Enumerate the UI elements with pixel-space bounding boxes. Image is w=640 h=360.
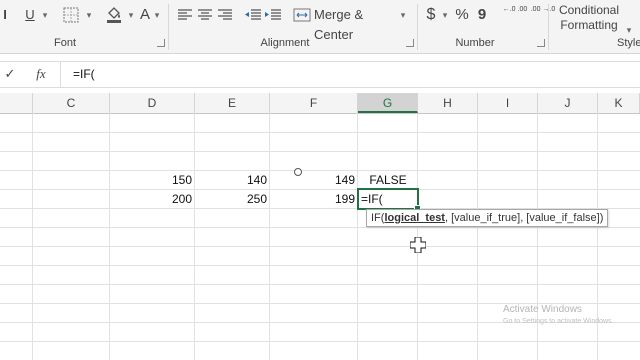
function-tooltip: IF(logical_test, [value_if_true], [value… (366, 209, 609, 227)
align-left-icon (178, 9, 192, 20)
formula-input[interactable]: =IF( (73, 65, 473, 83)
underline-button[interactable]: U (20, 5, 40, 25)
tooltip-logical-test[interactable]: logical_test (384, 212, 445, 224)
activate-windows-title: Activate Windows (503, 304, 582, 315)
borders-button[interactable] (60, 5, 82, 25)
formula-bar: ✓ fx =IF( (0, 61, 640, 88)
small-circle-marker-icon (294, 168, 302, 176)
select-all-corner[interactable] (0, 93, 33, 113)
column-header-g[interactable]: G (358, 93, 418, 113)
cell-d6[interactable]: 150 (110, 171, 192, 190)
font-group-label: Font (53, 37, 76, 49)
enter-icon[interactable]: ✓ (3, 65, 17, 83)
currency-dropdown-icon[interactable]: ▾ (440, 5, 450, 25)
fill-color-button[interactable] (103, 5, 125, 25)
align-right-button[interactable] (216, 5, 234, 25)
gridline (0, 284, 640, 285)
cell-e6[interactable]: 140 (195, 171, 267, 190)
cell-e7[interactable]: 250 (195, 190, 267, 209)
conditional-formatting-button[interactable]: Conditional Formatting (554, 3, 624, 32)
decrease-indent-icon (245, 9, 261, 20)
font-color-dropdown-icon[interactable]: ▾ (152, 5, 162, 25)
gridline (0, 151, 640, 152)
decrease-indent-button[interactable] (244, 5, 262, 25)
borders-icon (63, 7, 79, 23)
increase-decimal-button[interactable]: ←.0 .00 (502, 5, 528, 25)
ribbon-separator (168, 4, 169, 50)
insert-function-button[interactable]: fx (30, 65, 52, 83)
merge-center-icon-box[interactable] (292, 5, 312, 25)
fill-color-dropdown-icon[interactable]: ▾ (126, 5, 136, 25)
column-header-k[interactable]: K (598, 93, 640, 113)
cell-f7[interactable]: 199 (270, 190, 355, 209)
align-right-icon (218, 9, 232, 20)
paint-bucket-icon (107, 7, 121, 23)
column-header-f[interactable]: F (270, 93, 358, 113)
column-header-d[interactable]: D (110, 93, 195, 113)
underline-dropdown-icon[interactable]: ▾ (40, 5, 50, 25)
decrease-decimal-button[interactable]: .00 →.0 (530, 5, 556, 25)
number-group-label: Number (455, 37, 495, 49)
conditional-formatting-label-line1: Conditional (558, 3, 620, 17)
font-color-button[interactable]: A (138, 5, 152, 25)
cell-cursor-icon (410, 237, 426, 253)
align-center-icon (198, 9, 212, 20)
tooltip-rest: , [value_if_true], [value_if_false]) (444, 212, 604, 224)
column-header-h[interactable]: H (418, 93, 478, 113)
borders-dropdown-icon[interactable]: ▾ (84, 5, 94, 25)
merge-center-button[interactable]: Merge & Center (314, 5, 396, 42)
alignment-group-label: Alignment (260, 37, 310, 49)
increase-indent-icon (265, 9, 281, 20)
merge-center-icon (293, 8, 311, 22)
cell-d7[interactable]: 200 (110, 190, 192, 209)
column-header-i[interactable]: I (478, 93, 538, 113)
tooltip-prefix: IF( (371, 212, 385, 224)
ribbon: I U ▾ ▾ ▾ A ▾ Font Merge & Center ▾ Alig… (0, 0, 640, 54)
gridline (0, 246, 640, 247)
column-header-j[interactable]: J (538, 93, 598, 113)
merge-center-dropdown-icon[interactable]: ▾ (398, 5, 408, 25)
align-left-button[interactable] (176, 5, 194, 25)
ribbon-separator (417, 4, 418, 50)
percent-button[interactable]: % (454, 5, 470, 25)
alignment-dialog-launcher-icon[interactable] (406, 39, 414, 47)
font-dialog-launcher-icon[interactable] (157, 39, 165, 47)
gridline (0, 265, 640, 266)
align-center-button[interactable] (196, 5, 214, 25)
italic-button[interactable]: I (0, 5, 10, 25)
column-header-c[interactable]: C (33, 93, 110, 113)
currency-button[interactable]: $ (424, 5, 438, 25)
cell-f6[interactable]: 149 (270, 171, 355, 190)
styles-group-label: Style (617, 37, 640, 49)
column-headers: C D E F G H I J K (0, 93, 640, 114)
conditional-formatting-label-line2: Formatting (560, 18, 618, 32)
number-dialog-launcher-icon[interactable] (537, 39, 545, 47)
formula-bar-divider (60, 62, 61, 87)
ribbon-separator (548, 4, 549, 50)
active-cell-g7[interactable]: =IF( (357, 188, 419, 210)
activate-windows-subtitle: Go to Settings to activate Windows. (503, 318, 614, 325)
comma-style-button[interactable]: 9 (476, 5, 488, 25)
column-header-e[interactable]: E (195, 93, 270, 113)
gridline (0, 341, 640, 342)
increase-indent-button[interactable] (264, 5, 282, 25)
gridline (0, 227, 640, 228)
active-cell-edit-text[interactable]: =IF( (361, 190, 383, 208)
gridline (0, 132, 640, 133)
